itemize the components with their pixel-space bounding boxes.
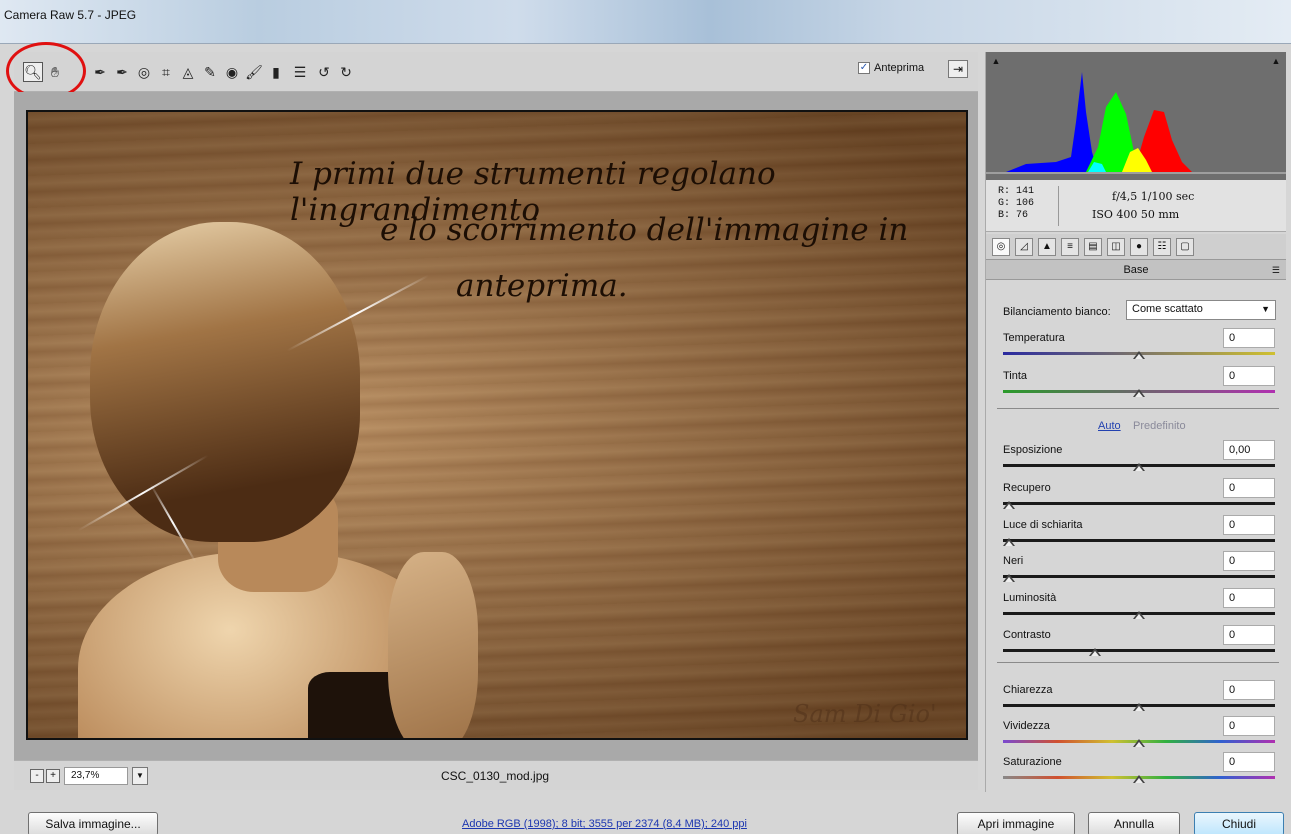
color-sampler-tool-button[interactable]: ✒	[112, 62, 132, 82]
slider-thumb[interactable]	[1003, 501, 1015, 511]
white-balance-label: Bilanciamento bianco:	[1003, 306, 1111, 318]
file-name: CSC_0130_mod.jpg	[441, 769, 550, 783]
slider-label: Luminosità	[1003, 592, 1057, 604]
chevron-down-icon: ▼	[136, 771, 144, 780]
photo-signature: Sam Di Gio'	[793, 700, 937, 728]
slider-thumb[interactable]	[1133, 739, 1145, 749]
slider-value-field[interactable]: 0	[1223, 366, 1275, 386]
slider-label: Chiarezza	[1003, 684, 1053, 696]
slider-label: Saturazione	[1003, 756, 1062, 768]
adjustment-brush-tool-button[interactable]: 🖌︎	[244, 62, 264, 82]
image-preview[interactable]: I primi due strumenti regolano l'ingrand…	[26, 110, 968, 740]
caption-line-2: e lo scorrimento dell'immagine in	[380, 212, 909, 248]
slider-track[interactable]	[1003, 649, 1275, 652]
cancel-button[interactable]: Annulla	[1088, 812, 1180, 834]
red-eye-icon: ◉	[225, 63, 239, 80]
slider-thumb[interactable]	[1003, 538, 1015, 548]
photo-hair	[90, 222, 360, 542]
window-title-bar: Camera Raw 5.7 - JPEG	[0, 0, 1291, 44]
caption-line-3: anteprima.	[456, 268, 628, 304]
straighten-icon: ◬	[182, 63, 194, 80]
chevron-down-icon: ▼	[1261, 304, 1270, 314]
slider-thumb[interactable]	[1133, 611, 1145, 621]
slider-label: Luce di schiarita	[1003, 519, 1083, 531]
preferences-tool-button[interactable]: ☰	[290, 62, 310, 82]
slider-value-field[interactable]: 0,00	[1223, 440, 1275, 460]
white-balance-tool-button[interactable]: ✒	[90, 62, 110, 82]
open-image-button[interactable]: Apri immagine	[957, 812, 1075, 834]
slider-value-field[interactable]: 0	[1223, 328, 1275, 348]
slider-label: Esposizione	[1003, 444, 1063, 456]
preferences-icon: ☰	[293, 63, 307, 80]
preview-label: Anteprima	[874, 62, 925, 74]
slider-value-field[interactable]: 0	[1223, 625, 1275, 645]
zoom-out-button[interactable]: -	[30, 769, 44, 783]
slider-value-field[interactable]: 0	[1223, 478, 1275, 498]
slider-label: Contrasto	[1003, 629, 1051, 641]
workflow-options-link[interactable]: Adobe RGB (1998); 8 bit; 3555 per 2374 (…	[462, 818, 747, 830]
slider-label: Temperatura	[1003, 332, 1065, 344]
preview-status-bar: - + 23,7% ▼ CSC_0130_mod.jpg	[14, 760, 978, 790]
slider-value-field[interactable]: 0	[1223, 716, 1275, 736]
straighten-tool-button[interactable]: ◬	[178, 62, 198, 82]
spot-removal-tool-button[interactable]: ✎	[200, 62, 220, 82]
slider-track[interactable]	[1003, 502, 1275, 505]
slider-value-field[interactable]: 0	[1223, 680, 1275, 700]
basic-controls: Bilanciamento bianco: Come scattato ▼ Au…	[985, 52, 1285, 792]
photo-hand	[388, 552, 478, 738]
target-adjust-tool-button[interactable]: ◎	[134, 62, 154, 82]
zoom-in-button[interactable]: +	[46, 769, 60, 783]
rotate-left-icon: ↺	[318, 63, 330, 80]
slider-label: Neri	[1003, 555, 1024, 567]
white-balance-select[interactable]: Come scattato ▼	[1126, 300, 1276, 320]
color-sampler-icon: ✒	[116, 63, 128, 80]
slider-track[interactable]	[1003, 539, 1275, 542]
slider-value-field[interactable]: 0	[1223, 588, 1275, 608]
zoom-dropdown[interactable]: ▼	[132, 767, 148, 785]
slider-value-field[interactable]: 0	[1223, 551, 1275, 571]
slider-value-field[interactable]: 0	[1223, 515, 1275, 535]
adjustment-brush-icon: 🖌︎	[245, 63, 263, 80]
divider	[997, 662, 1279, 663]
slider-label: Tinta	[1003, 370, 1028, 382]
slider-thumb[interactable]	[1133, 703, 1145, 713]
white-balance-icon: ✒	[94, 63, 106, 80]
spot-removal-icon: ✎	[204, 63, 216, 80]
slider-thumb[interactable]	[1133, 775, 1145, 785]
slider-value-field[interactable]: 0	[1223, 752, 1275, 772]
red-eye-tool-button[interactable]: ◉	[222, 62, 242, 82]
slider-track[interactable]	[1003, 575, 1275, 578]
divider	[997, 408, 1279, 409]
close-button[interactable]: Chiudi	[1194, 812, 1284, 834]
preview-toggle[interactable]: ✓ Anteprima	[858, 62, 924, 74]
slider-thumb[interactable]	[1133, 351, 1145, 361]
graduated-filter-icon: ▮	[272, 63, 280, 80]
slider-thumb[interactable]	[1133, 389, 1145, 399]
window-title: Camera Raw 5.7 - JPEG	[4, 8, 137, 22]
crop-icon: ⌗	[162, 63, 170, 80]
slider-label: Vividezza	[1003, 720, 1050, 732]
slider-thumb[interactable]	[1003, 574, 1015, 584]
fullscreen-icon: ⇥	[952, 62, 964, 76]
rotate-right-tool-button[interactable]: ↻	[336, 62, 356, 82]
zoom-level[interactable]: 23,7%	[64, 767, 128, 785]
slider-label: Recupero	[1003, 482, 1051, 494]
rotate-right-icon: ↻	[340, 63, 352, 80]
white-balance-value: Come scattato	[1132, 303, 1203, 315]
tool-bar: 🔍︎ ✋︎ ✒ ✒ ◎ ⌗ ◬ ✎ ◉ 🖌︎ ▮ ☰ ↺ ↻	[14, 52, 978, 92]
crop-tool-button[interactable]: ⌗	[156, 62, 176, 82]
save-image-button[interactable]: Salva immagine...	[28, 812, 158, 834]
default-link[interactable]: Predefinito	[1133, 420, 1186, 432]
target-adjust-icon: ◎	[137, 63, 151, 80]
auto-link[interactable]: Auto	[1098, 420, 1121, 432]
slider-thumb[interactable]	[1133, 463, 1145, 473]
fullscreen-button[interactable]: ⇥	[948, 60, 968, 78]
slider-thumb[interactable]	[1088, 648, 1101, 658]
graduated-filter-tool-button[interactable]: ▮	[266, 62, 286, 82]
preview-checkbox[interactable]: ✓	[858, 62, 870, 74]
rotate-left-tool-button[interactable]: ↺	[314, 62, 334, 82]
